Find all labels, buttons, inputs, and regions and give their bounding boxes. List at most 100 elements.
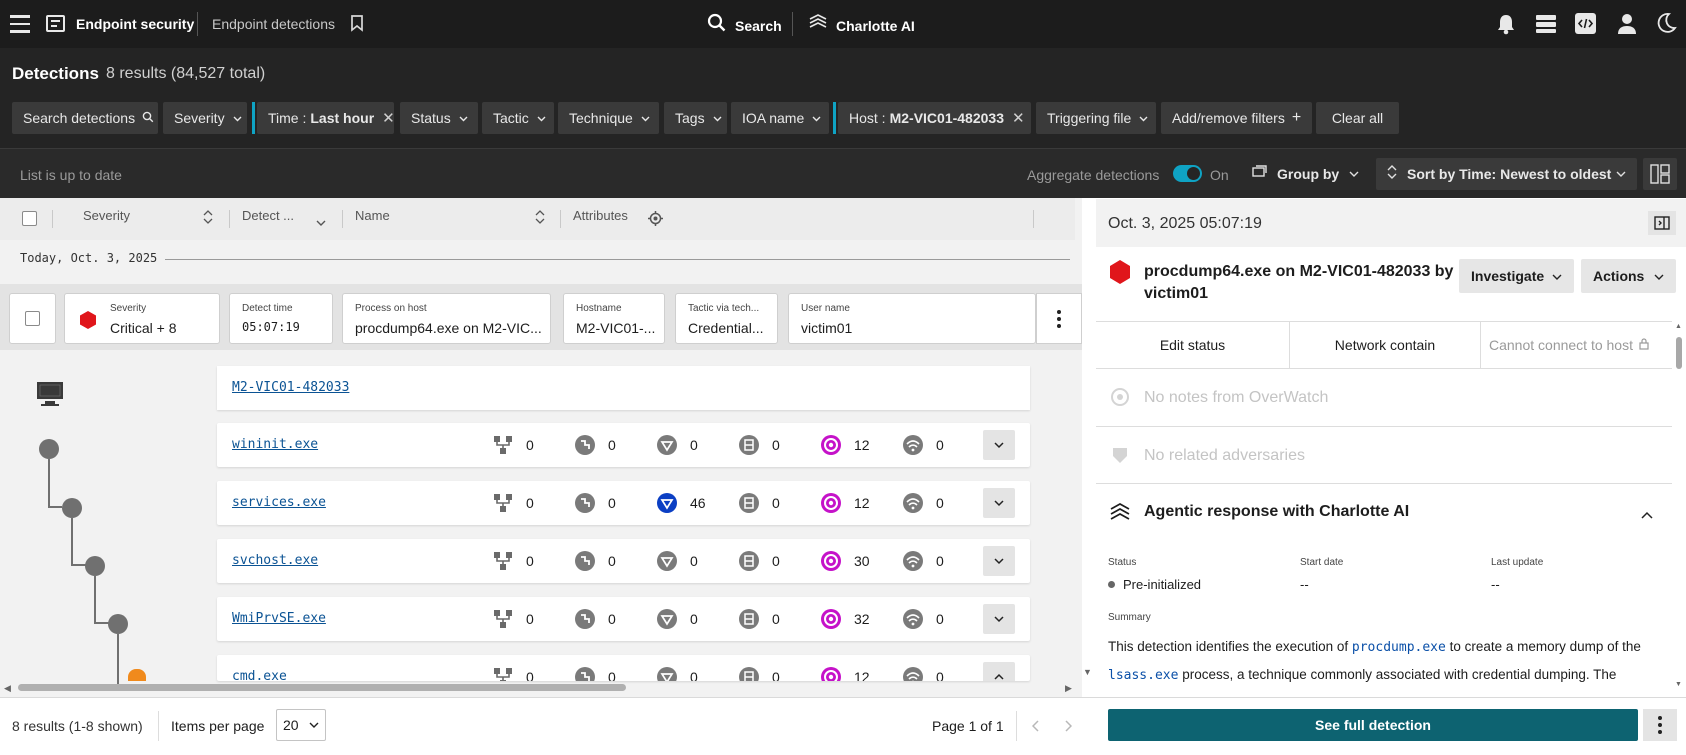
process-metric[interactable]: 0: [656, 666, 698, 681]
triggering-file-filter[interactable]: Triggering file: [1036, 102, 1156, 134]
process-metric[interactable]: 0: [902, 666, 944, 681]
group-by-button[interactable]: Group by: [1252, 164, 1359, 183]
sort-icon[interactable]: [203, 210, 213, 229]
process-link[interactable]: services.exe: [232, 495, 326, 510]
process-link[interactable]: svchost.exe: [232, 553, 318, 568]
next-page-icon[interactable]: [1053, 711, 1083, 741]
layout-toggle-icon[interactable]: [1643, 158, 1677, 190]
scroll-down-icon[interactable]: ▼: [1675, 681, 1682, 688]
process-metric[interactable]: 0: [902, 434, 944, 456]
process-metric[interactable]: 0: [902, 608, 944, 630]
row-checkbox[interactable]: [25, 311, 40, 326]
process-metric[interactable]: 0: [574, 666, 616, 681]
panel-scrollbar[interactable]: [1676, 337, 1682, 369]
host-link[interactable]: M2-VIC01-482033: [232, 380, 349, 395]
process-metric[interactable]: 0: [492, 550, 534, 572]
tactic-filter[interactable]: Tactic: [482, 102, 554, 134]
sort-icon[interactable]: [535, 210, 545, 229]
menu-icon[interactable]: [10, 15, 30, 33]
process-metric[interactable]: 0: [574, 550, 616, 572]
clear-all-button[interactable]: Clear all: [1316, 102, 1399, 134]
process-metric[interactable]: 12: [820, 666, 870, 681]
notifications-icon[interactable]: [1496, 13, 1516, 40]
chevron-up-icon[interactable]: [1641, 507, 1653, 525]
process-row[interactable]: wininit.exe 0 0 0 0 12 0: [217, 423, 1030, 467]
technique-filter[interactable]: Technique: [558, 102, 659, 134]
chevron-up-icon[interactable]: [983, 662, 1015, 681]
process-metric[interactable]: 0: [738, 492, 780, 514]
product-name[interactable]: Endpoint security: [76, 16, 194, 32]
see-full-detection-button[interactable]: See full detection: [1108, 709, 1638, 741]
process-link[interactable]: cmd.exe: [232, 669, 287, 681]
servers-icon[interactable]: [1535, 14, 1557, 39]
process-metric[interactable]: 0: [492, 434, 534, 456]
process-metric[interactable]: 0: [574, 492, 616, 514]
process-metric[interactable]: 0: [656, 608, 698, 630]
edit-status-button[interactable]: Edit status: [1096, 322, 1289, 368]
network-contain-button[interactable]: Network contain: [1290, 322, 1480, 368]
theme-moon-icon[interactable]: [1656, 12, 1677, 39]
header-name[interactable]: Name: [355, 208, 390, 223]
breadcrumb[interactable]: Endpoint detections: [212, 16, 335, 32]
process-metric[interactable]: 0: [738, 434, 780, 456]
process-row[interactable]: WmiPrvSE.exe 0 0 0 0 32 0: [217, 597, 1030, 641]
developer-icon[interactable]: [1575, 13, 1596, 34]
process-metric[interactable]: 30: [820, 550, 870, 572]
aggregate-toggle[interactable]: [1173, 165, 1202, 182]
process-metric[interactable]: 0: [902, 550, 944, 572]
ioa-name-filter[interactable]: IOA name: [731, 102, 829, 134]
close-icon[interactable]: ✕: [382, 109, 395, 127]
horizontal-scrollbar[interactable]: [18, 684, 626, 691]
process-metric[interactable]: 46: [656, 492, 706, 514]
tree-node[interactable]: [108, 614, 128, 634]
row-more-button[interactable]: [1036, 293, 1082, 344]
global-search[interactable]: Search: [707, 13, 782, 38]
charlotte-ai-button[interactable]: Charlotte AI: [808, 13, 915, 38]
tree-node[interactable]: [62, 498, 82, 518]
process-row[interactable]: services.exe 0 0 46 0 12 0: [217, 481, 1030, 525]
tags-filter[interactable]: Tags: [664, 102, 727, 134]
process-metric[interactable]: 0: [492, 666, 534, 681]
scroll-left-icon[interactable]: ◀: [4, 683, 11, 694]
process-link[interactable]: WmiPrvSE.exe: [232, 611, 326, 626]
process-link[interactable]: wininit.exe: [232, 437, 318, 452]
scroll-right-icon[interactable]: ▶: [1065, 683, 1072, 694]
sort-dropdown[interactable]: Sort by Time: Newest to oldest: [1376, 158, 1637, 190]
status-filter[interactable]: Status: [400, 102, 478, 134]
process-metric[interactable]: 0: [902, 492, 944, 514]
chevron-down-icon[interactable]: ▼: [1083, 667, 1092, 677]
user-profile-icon[interactable]: [1617, 13, 1637, 39]
time-filter[interactable]: Time : Last hour ✕: [257, 102, 395, 134]
process-metric[interactable]: 32: [820, 608, 870, 630]
process-metric[interactable]: 0: [492, 492, 534, 514]
chevron-down-icon[interactable]: [983, 430, 1015, 460]
process-metric[interactable]: 0: [574, 434, 616, 456]
collapse-panel-icon[interactable]: [1648, 211, 1676, 235]
chevron-down-icon[interactable]: [983, 546, 1015, 576]
process-metric[interactable]: 0: [738, 608, 780, 630]
footer-more-button[interactable]: [1643, 709, 1677, 741]
process-row[interactable]: cmd.exe 0 0 0 0 12 0: [217, 655, 1030, 681]
process-metric[interactable]: 0: [574, 608, 616, 630]
bookmark-icon[interactable]: [350, 15, 364, 37]
page-size-select[interactable]: 20: [276, 709, 326, 741]
tree-node[interactable]: [85, 556, 105, 576]
header-detect-time[interactable]: Detect ...: [242, 208, 294, 223]
process-metric[interactable]: 0: [738, 666, 780, 681]
process-metric[interactable]: 0: [656, 434, 698, 456]
header-severity[interactable]: Severity: [83, 208, 130, 223]
add-remove-filters-button[interactable]: Add/remove filters +: [1161, 102, 1312, 134]
charlotte-section-title[interactable]: Agentic response with Charlotte AI: [1144, 503, 1409, 521]
search-detections-filter[interactable]: Search detections: [12, 102, 158, 134]
process-row[interactable]: svchost.exe 0 0 0 0 30 0: [217, 539, 1030, 583]
process-metric[interactable]: 12: [820, 492, 870, 514]
close-icon[interactable]: ✕: [1012, 109, 1025, 127]
prev-page-icon[interactable]: [1021, 711, 1051, 741]
scroll-up-icon[interactable]: ▲: [1675, 323, 1682, 330]
gear-icon[interactable]: [648, 211, 663, 231]
host-filter[interactable]: Host : M2-VIC01-482033 ✕: [838, 102, 1031, 134]
process-metric[interactable]: 0: [656, 550, 698, 572]
chevron-down-icon[interactable]: [983, 488, 1015, 518]
investigate-button[interactable]: Investigate: [1459, 259, 1574, 293]
actions-button[interactable]: Actions: [1581, 259, 1676, 293]
